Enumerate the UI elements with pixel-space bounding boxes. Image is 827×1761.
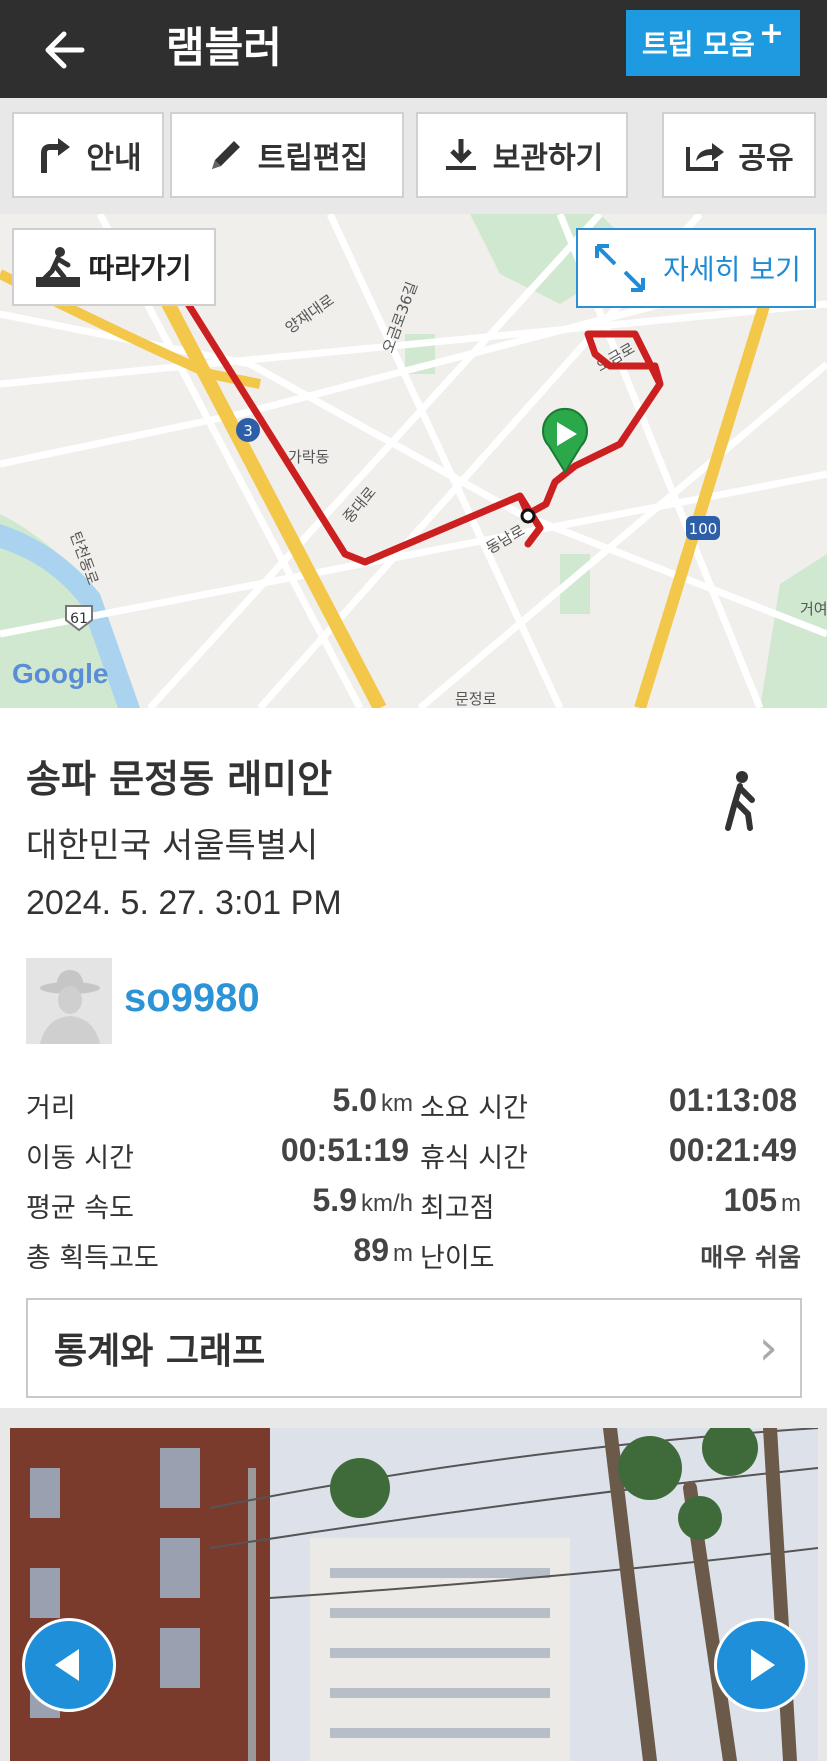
trip-date: 2024. 5. 27. 3:01 PM	[26, 884, 342, 922]
stat-moving-label: 이동 시간	[26, 1143, 134, 1174]
back-arrow-icon	[45, 31, 85, 69]
trip-name: 송파 문정동 래미안	[26, 757, 333, 801]
avatar[interactable]	[26, 958, 112, 1044]
stat-avg-speed-value: 5.9 km/h	[313, 1182, 414, 1219]
map-label-geoyeo: 거여	[800, 600, 827, 618]
save-label: 보관하기	[492, 141, 604, 176]
walking-icon	[725, 771, 755, 831]
follow-button[interactable]: 따라가기	[12, 228, 216, 306]
gain-unit: m	[393, 1240, 413, 1267]
route-map[interactable]: 3 100 61 양재대로 오금로36길 가락동 중대로 동남로 오금로 탄천동…	[0, 214, 827, 708]
avg-speed-unit: km/h	[360, 1190, 413, 1217]
stat-rest-label: 휴식 시간	[420, 1143, 528, 1174]
plus-icon: +	[758, 15, 784, 51]
trip-region: 대한민국 서울특별시	[26, 826, 319, 866]
stat-duration-value: 01:13:08	[668, 1082, 797, 1118]
stat-distance-value: 5.0 km	[333, 1082, 413, 1119]
app-header: 램블러 트립 모음 +	[0, 0, 827, 98]
stat-max-alt-value: 105 m	[724, 1182, 801, 1219]
follow-label: 따라가기	[88, 252, 192, 285]
map-label-garak: 가락동	[288, 448, 330, 466]
stat-gain-value: 89 m	[353, 1232, 413, 1269]
action-bar: 안내 트립편집 보관하기 공유	[0, 98, 827, 214]
stat-difficulty-value: 매우 쉬움	[700, 1243, 801, 1272]
save-button[interactable]: 보관하기	[416, 112, 628, 198]
hiker-icon	[36, 247, 81, 287]
download-icon	[445, 139, 476, 170]
previous-photo-button[interactable]	[22, 1618, 116, 1712]
stats-and-graph-label: 통계와 그래프	[54, 1331, 266, 1372]
stat-distance-label: 거리	[26, 1093, 76, 1124]
stat-moving-value: 00:51:19	[280, 1132, 409, 1168]
share-icon	[686, 143, 725, 171]
avg-speed-number: 5.9	[312, 1182, 357, 1218]
map-label-munjeong: 문정로	[455, 690, 497, 708]
app-title: 램블러	[166, 23, 282, 72]
user-silhouette-icon	[26, 958, 112, 1044]
google-attribution: Google	[12, 658, 109, 689]
edit-trip-label: 트립편집	[257, 141, 369, 176]
pencil-icon	[211, 141, 240, 169]
guide-button[interactable]: 안내	[12, 112, 164, 198]
stat-rest-value: 00:21:49	[668, 1132, 797, 1168]
street-photo-image	[10, 1428, 818, 1761]
trip-info-card: 송파 문정동 래미안 대한민국 서울특별시 2024. 5. 27. 3:01 …	[0, 708, 827, 1408]
stat-max-alt-label: 최고점	[420, 1193, 495, 1224]
next-photo-button[interactable]	[714, 1618, 808, 1712]
trip-collection-label: 트립 모음	[642, 28, 755, 61]
guide-label: 안내	[86, 141, 142, 176]
stat-gain-label: 총 획득고도	[26, 1243, 159, 1274]
username-link[interactable]: so9980	[124, 976, 260, 1021]
turn-right-arrow-icon	[41, 138, 71, 173]
highway-100-label: 100	[689, 520, 718, 538]
stat-avg-speed-label: 평균 속도	[26, 1193, 134, 1224]
share-button[interactable]: 공유	[662, 112, 816, 198]
highway-61-label: 61	[70, 611, 88, 627]
edit-trip-button[interactable]: 트립편집	[170, 112, 404, 198]
stat-duration-label: 소요 시간	[420, 1093, 528, 1124]
map-label-dongnam: 동남로	[483, 521, 528, 557]
view-details-label: 자세히 보기	[663, 253, 801, 286]
trip-photo[interactable]	[10, 1428, 818, 1761]
stat-difficulty-label: 난이도	[420, 1243, 495, 1274]
distance-unit: km	[381, 1090, 413, 1117]
view-details-button[interactable]: 자세히 보기	[576, 228, 816, 308]
play-left-icon	[55, 1649, 79, 1681]
trip-collection-button[interactable]: 트립 모음 +	[626, 10, 800, 76]
highway-3-label: 3	[243, 422, 253, 440]
chevron-right-icon: ›	[758, 1320, 778, 1376]
stats-and-graph-button[interactable]: 통계와 그래프 ›	[26, 1298, 802, 1398]
expand-icon	[595, 244, 646, 292]
back-button[interactable]	[38, 22, 94, 78]
play-right-icon	[751, 1649, 775, 1681]
distance-number: 5.0	[332, 1082, 377, 1118]
map-label-yangjae: 양재대로	[282, 291, 338, 338]
max-alt-number: 105	[723, 1182, 777, 1218]
max-alt-unit: m	[781, 1190, 801, 1217]
share-label: 공유	[738, 141, 794, 176]
gain-number: 89	[353, 1232, 389, 1268]
